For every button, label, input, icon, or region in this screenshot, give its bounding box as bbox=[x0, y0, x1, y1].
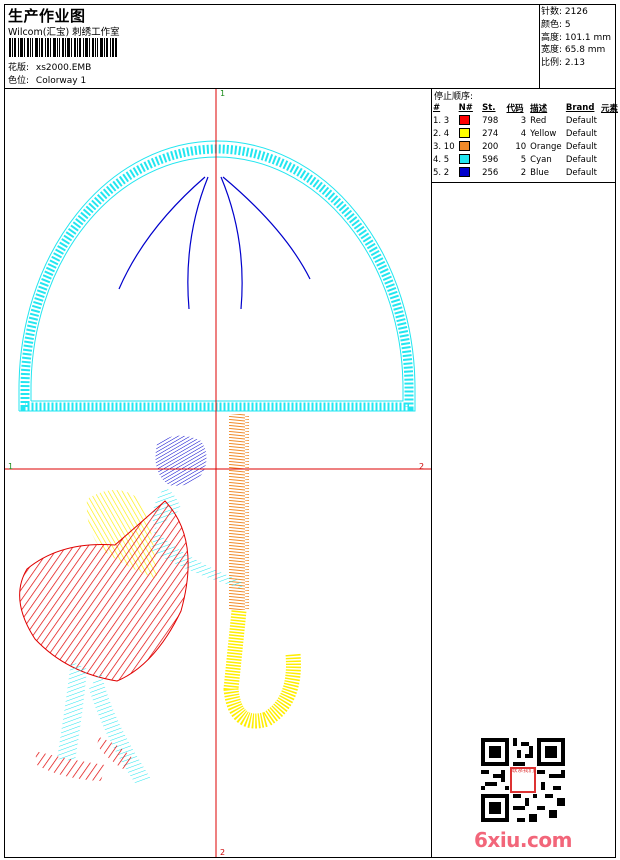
brand-cell: Default bbox=[565, 128, 597, 139]
embroidery-design-canvas bbox=[5, 89, 431, 857]
element-cell bbox=[599, 114, 620, 127]
needle-swatch-cell bbox=[457, 127, 480, 140]
col-header-code: 代码 bbox=[506, 103, 524, 114]
stats-divider bbox=[539, 4, 540, 88]
desc-cell: Blue bbox=[530, 167, 549, 178]
needle-swatch-cell bbox=[457, 140, 480, 153]
stitches-cell: 274 bbox=[482, 128, 499, 139]
axis-label-bottom: 2 bbox=[220, 848, 226, 857]
seq-cell: 1. 3 bbox=[433, 115, 450, 126]
girl-left-leg bbox=[57, 661, 87, 761]
studio-name: Wilcom(汇宝) 刺绣工作室 bbox=[8, 27, 120, 38]
umbrella-handle bbox=[223, 610, 301, 729]
table-row: 4. 5 596 5 Cyan Default bbox=[431, 153, 620, 166]
element-cell bbox=[599, 127, 620, 140]
colorway-label: 色位: bbox=[8, 76, 30, 86]
design-height: 高度: 101.1 mm bbox=[541, 32, 612, 43]
col-header-desc: 描述 bbox=[530, 103, 548, 114]
element-cell bbox=[599, 153, 620, 166]
col-header-stitches: St. bbox=[482, 102, 496, 113]
axis-label-left: 1 bbox=[8, 462, 14, 471]
code-cell: 3 bbox=[520, 115, 527, 126]
colorway-value: Colorway 1 bbox=[35, 76, 87, 86]
code-cell: 4 bbox=[520, 128, 527, 139]
desc-cell: Cyan bbox=[530, 154, 552, 165]
element-cell bbox=[599, 140, 620, 153]
table-row: 2. 4 274 4 Yellow Default bbox=[431, 127, 620, 140]
design-row: 花版: xs2000.EMB bbox=[8, 63, 91, 74]
color-swatch bbox=[458, 166, 470, 177]
umbrella-canopy bbox=[18, 140, 416, 412]
color-sequence-table: # N# St. 代码 描述 Brand 元素 1. 3 798 3 Red Defau… bbox=[431, 101, 620, 179]
brand-cell: Default bbox=[565, 154, 597, 165]
umbrella-ribs bbox=[118, 176, 311, 310]
seq-cell: 3. 10 bbox=[433, 141, 455, 152]
stats-panel: 针数: 2126 颜色: 5 高度: 101.1 mm 宽度: 65.8 mm … bbox=[541, 6, 617, 70]
color-swatch bbox=[458, 153, 470, 164]
needle-swatch-cell bbox=[457, 166, 480, 179]
table-row: 5. 2 256 2 Blue Default bbox=[431, 166, 620, 179]
element-cell bbox=[599, 166, 620, 179]
design-label: 花版: bbox=[8, 63, 30, 73]
design-scale: 比例: 2.13 bbox=[541, 58, 585, 69]
table-bottom-divider bbox=[431, 182, 616, 183]
brand-cell: Default bbox=[565, 115, 597, 126]
color-swatch bbox=[458, 127, 470, 138]
col-header-element: 元素 bbox=[600, 103, 618, 114]
stitches-cell: 200 bbox=[482, 141, 499, 152]
stitch-count: 针数: 2126 bbox=[541, 7, 588, 17]
code-cell: 2 bbox=[520, 167, 527, 178]
qr-stamp: 联系我们 bbox=[511, 768, 534, 774]
table-header-row: # N# St. 代码 描述 Brand 元素 bbox=[431, 101, 620, 114]
brand-cell: Default bbox=[565, 141, 597, 152]
needle-swatch-cell bbox=[457, 114, 480, 127]
needle-swatch-cell bbox=[457, 153, 480, 166]
site-watermark: 6xiu.com bbox=[474, 828, 572, 852]
axis-label-top: 1 bbox=[220, 89, 226, 98]
design-value: xs2000.EMB bbox=[35, 63, 92, 73]
col-header-brand: Brand bbox=[565, 102, 595, 113]
col-header-seq: # bbox=[433, 102, 441, 113]
color-swatch bbox=[458, 140, 470, 151]
stitches-cell: 798 bbox=[482, 115, 499, 126]
axis-label-right: 2 bbox=[419, 462, 425, 471]
sidebar-divider bbox=[431, 88, 432, 858]
design-width: 宽度: 65.8 mm bbox=[541, 45, 606, 56]
color-count: 颜色: 5 bbox=[541, 19, 571, 30]
desc-cell: Red bbox=[530, 115, 547, 126]
seq-cell: 2. 4 bbox=[433, 128, 450, 139]
page-title: 生产作业图 bbox=[8, 7, 86, 25]
desc-cell: Yellow bbox=[530, 128, 557, 139]
colorway-row: 色位: Colorway 1 bbox=[8, 76, 86, 87]
barcode-icon bbox=[9, 38, 117, 57]
table-row: 3. 10 200 10 Orange Default bbox=[431, 140, 620, 153]
qr-code-icon bbox=[481, 738, 565, 822]
stitches-cell: 596 bbox=[482, 154, 499, 165]
seq-cell: 4. 5 bbox=[433, 154, 450, 165]
code-cell: 10 bbox=[515, 141, 527, 152]
desc-cell: Orange bbox=[530, 141, 562, 152]
table-row: 1. 3 798 3 Red Default bbox=[431, 114, 620, 127]
col-header-needle: N# bbox=[458, 102, 473, 113]
girl-hair bbox=[155, 435, 207, 486]
brand-cell: Default bbox=[565, 167, 597, 178]
seq-cell: 5. 2 bbox=[433, 167, 450, 178]
stitches-cell: 256 bbox=[482, 167, 499, 178]
color-swatch bbox=[458, 114, 470, 125]
code-cell: 5 bbox=[520, 154, 527, 165]
